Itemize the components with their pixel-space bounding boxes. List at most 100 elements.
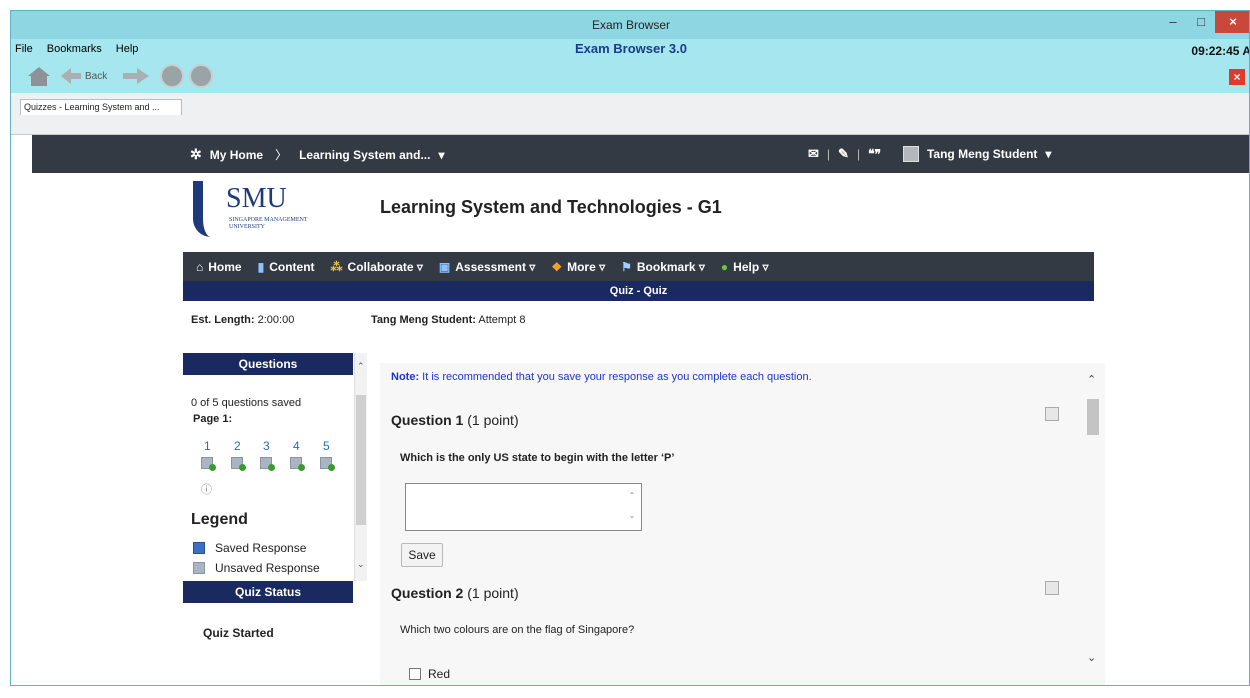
back-button[interactable]: Back: [59, 63, 107, 89]
question-link-1[interactable]: 1: [204, 439, 211, 453]
quiz-header: Quiz - Quiz: [183, 281, 1094, 301]
quiz-scrollbar[interactable]: ⌃ ⌄: [1080, 363, 1105, 685]
breadcrumb-separator: 〉: [275, 148, 288, 162]
saved-count: 0 of 5 questions saved: [191, 397, 302, 409]
nav-bookmark[interactable]: ⚑ Bookmark ▿: [621, 260, 705, 274]
house-icon: ⌂: [196, 259, 204, 274]
window-controls: – □ ×: [1159, 11, 1249, 33]
unsaved-response-icon[interactable]: [320, 457, 335, 471]
nav-home[interactable]: ⌂ Home: [196, 260, 242, 274]
legend-saved-label: Saved Response: [215, 541, 307, 555]
minimize-button[interactable]: –: [1159, 11, 1187, 33]
q2-title: Question 2: [391, 585, 464, 601]
option-red-checkbox[interactable]: [409, 668, 421, 680]
nav-more-label: More ▿: [567, 259, 606, 274]
nav-collaborate-label: Collaborate ▿: [347, 259, 423, 274]
floppy-save-icon[interactable]: [1045, 581, 1059, 595]
answer-textarea[interactable]: ⌃ ⌄: [405, 483, 642, 531]
save-answer-button[interactable]: Save: [401, 543, 443, 567]
back-label: Back: [85, 70, 108, 82]
nav-help[interactable]: ● Help ▿: [721, 260, 769, 274]
nav-home-label: Home: [208, 259, 242, 274]
floppy-save-icon[interactable]: [1045, 407, 1059, 421]
unsaved-response-icon[interactable]: [201, 457, 216, 471]
unsaved-response-icon[interactable]: [260, 457, 275, 471]
note-label: Note:: [391, 371, 420, 383]
option-red-label: Red: [428, 667, 451, 681]
quiz-scroll-thumb[interactable]: [1087, 399, 1099, 435]
legend-title: Legend: [191, 511, 248, 528]
scroll-down-icon[interactable]: ⌄: [1087, 651, 1096, 664]
forward-button[interactable]: [121, 63, 151, 89]
sidebar-scroll-thumb[interactable]: [356, 395, 366, 525]
my-home-link[interactable]: My Home: [210, 148, 263, 162]
est-length-label: Est. Length:: [191, 314, 255, 326]
est-length: Est. Length: 2:00:00: [191, 314, 294, 326]
info-icon[interactable]: ⓘ: [201, 481, 212, 497]
close-window-button[interactable]: ×: [1215, 11, 1249, 33]
question-link-5[interactable]: 5: [323, 439, 330, 453]
unsaved-response-icon[interactable]: [231, 457, 246, 471]
tab-quizzes[interactable]: Quizzes - Learning System and ...: [20, 99, 182, 115]
home-button[interactable]: [25, 63, 53, 89]
top-navbar: ✲ My Home 〉 Learning System and... ▾ ✉ |…: [32, 135, 1249, 173]
refresh-button[interactable]: [189, 63, 213, 89]
clipboard-icon: ▣: [438, 259, 451, 274]
nav-content[interactable]: ▮ Content: [258, 260, 315, 274]
quiz-status-title: Quiz Status: [183, 581, 353, 603]
quiz-status-value: Quiz Started: [203, 626, 274, 640]
course-navbar: ⌂ Home ▮ Content ⁂ Collaborate ▿ ▣ Assessmen…: [183, 252, 1094, 281]
nav-assessment[interactable]: ▣ Assessment ▿: [439, 260, 535, 274]
window-title: Exam Browser: [591, 18, 671, 32]
mail-icon[interactable]: ✉: [808, 146, 819, 162]
nav-more[interactable]: ❖ More ▿: [551, 260, 605, 274]
question-link-3[interactable]: 3: [263, 439, 270, 453]
chevron-down-icon[interactable]: ▾: [438, 148, 444, 162]
scroll-down-icon[interactable]: ⌄: [357, 559, 365, 570]
course-selector[interactable]: Learning System and...: [299, 148, 430, 162]
textarea-scroll-icon[interactable]: ⌃ ⌄: [624, 486, 640, 530]
user-chevron-down-icon[interactable]: ▾: [1045, 147, 1051, 161]
saved-response-icon: [193, 542, 205, 554]
question-link-4[interactable]: 4: [293, 439, 300, 453]
nav-assessment-label: Assessment ▿: [455, 259, 536, 274]
back-arrow-icon: [61, 68, 81, 84]
unsaved-response-icon[interactable]: [290, 457, 305, 471]
maximize-button[interactable]: □: [1187, 11, 1215, 33]
stop-button[interactable]: [160, 63, 184, 89]
nav-help-label: Help ▿: [733, 259, 769, 274]
questions-panel-title: Questions: [183, 353, 353, 375]
scroll-up-icon[interactable]: ⌃: [357, 361, 365, 372]
refresh-icon: [189, 64, 213, 88]
questions-sidebar: Questions ⌃ ⌄ 0 of 5 questions saved Pag…: [183, 353, 367, 685]
question-link-2[interactable]: 2: [234, 439, 241, 453]
scroll-up-icon[interactable]: ⌃: [1087, 373, 1096, 386]
q2-points: (1 point): [463, 585, 519, 601]
save-note: Note: It is recommended that you save yo…: [391, 371, 812, 383]
notifications-icon[interactable]: ✎: [838, 146, 849, 162]
q1-points: (1 point): [463, 412, 519, 428]
sidebar-scrollbar[interactable]: ⌃ ⌄: [354, 353, 367, 581]
est-length-value: 2:00:00: [257, 314, 295, 326]
clock: 09:22:45 A: [1191, 44, 1250, 58]
nav-divider: |: [826, 147, 831, 161]
course-title: Learning System and Technologies - G1: [380, 197, 722, 217]
q1-title: Question 1: [391, 412, 464, 428]
note-text: It is recommended that you save your res…: [419, 371, 812, 383]
smu-logo-subtitle: SINGAPORE MANAGEMENT UNIVERSITY: [229, 217, 308, 230]
unsaved-response-legend-icon: [193, 562, 205, 574]
nav-collaborate[interactable]: ⁂ Collaborate ▿: [331, 260, 423, 274]
user-menu[interactable]: Tang Meng Student: [927, 147, 1037, 161]
my-home-icon: ✲: [190, 146, 202, 162]
share-icon: ❖: [551, 259, 563, 274]
people-icon: ⁂: [330, 259, 343, 274]
avatar[interactable]: [902, 146, 919, 162]
app-title: Exam Browser 3.0: [574, 41, 687, 56]
attempt-info: Tang Meng Student: Attempt 8: [371, 314, 525, 326]
quiz-content: Note: It is recommended that you save yo…: [380, 363, 1105, 685]
chat-icon[interactable]: ❝❞: [868, 147, 881, 161]
help-icon: ●: [720, 259, 729, 274]
question-2-text: Which two colours are on the flag of Sin…: [400, 624, 635, 636]
tab-strip: Quizzes - Learning System and ...: [11, 93, 1249, 135]
exit-exam-button[interactable]: ×: [1229, 69, 1245, 85]
